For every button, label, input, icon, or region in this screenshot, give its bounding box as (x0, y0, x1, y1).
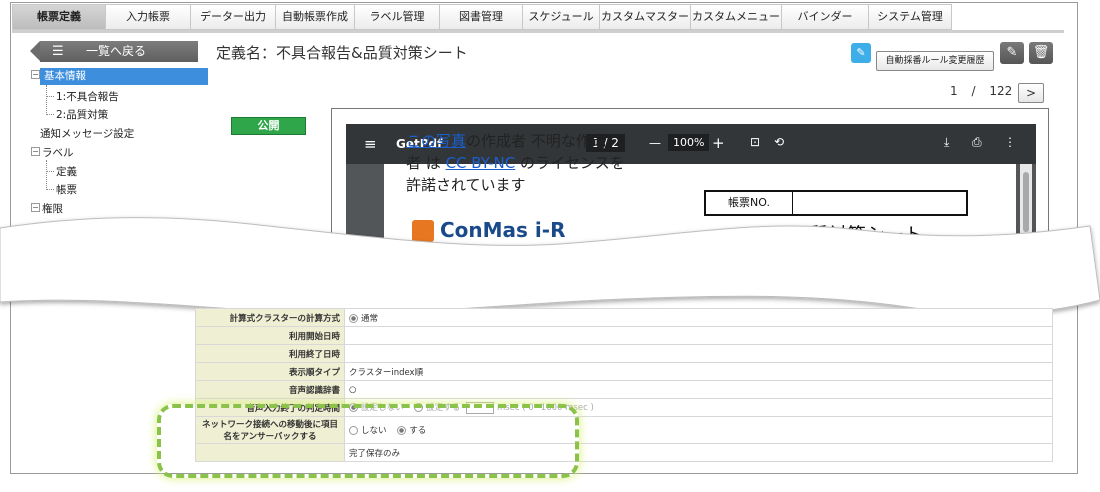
zoom-level[interactable]: 100% (668, 134, 710, 151)
tab-library[interactable]: 図書管理 (440, 4, 523, 30)
table-row: 利用開始日時 (195, 326, 1053, 345)
logo-text: ConMas i-R (440, 218, 566, 242)
tab-custom-menu[interactable]: カスタムメニュー (691, 4, 782, 30)
tree-collapse-icon[interactable]: − (31, 203, 40, 212)
form-number-box: 帳票NO. (704, 190, 968, 216)
tab-form-definition[interactable]: 帳票定義 (12, 4, 106, 30)
tree-collapse-icon[interactable]: − (31, 147, 40, 156)
table-row: 計算式クラスターの計算方式 通常 (195, 308, 1053, 327)
license-text-3: のライセンスを (520, 154, 625, 172)
row-value: 通常 (361, 313, 379, 324)
print-icon[interactable]: ⎙ (972, 135, 982, 150)
tree-collapse-icon[interactable]: − (31, 70, 40, 79)
page-title: 定義名：不具合報告&品質対策シート (216, 44, 468, 62)
tab-underline (12, 30, 1064, 33)
conmas-logo: ConMas i-R (412, 218, 612, 242)
license-link[interactable]: CC BY-NC (446, 154, 516, 172)
row-label: 利用終了日時 (195, 344, 345, 363)
calc-method-radio[interactable] (349, 313, 358, 323)
list-icon: ☰ (52, 44, 64, 59)
tab-input-form[interactable]: 入力帳票 (106, 4, 191, 30)
tab-data-output[interactable]: データー出力 (191, 4, 276, 30)
rotate-icon[interactable]: ⟲ (774, 135, 784, 149)
auto-numbering-history-button[interactable]: 自動採番ルール変更履歴 (876, 51, 994, 71)
logo-mark-icon (412, 220, 434, 242)
tab-auto-form[interactable]: 自動帳票作成 (276, 4, 355, 30)
row-value: クラスターindex順 (344, 362, 1053, 381)
row-label: 表示順タイプ (195, 362, 345, 381)
license-text-2: 者 は (406, 154, 441, 172)
total-pages: 122 (989, 84, 1013, 98)
zoom-in-button[interactable]: + (712, 134, 725, 152)
page-separator: / (971, 84, 976, 98)
left-arrow-icon (30, 41, 40, 61)
license-text-1: の作成者 不明な作成 (466, 132, 606, 150)
tab-custom-master[interactable]: カスタムマスター (600, 4, 691, 30)
fit-page-icon[interactable]: ⊡ (750, 135, 760, 149)
row-label: 計算式クラスターの計算方式 (195, 308, 345, 327)
highlight-callout (157, 404, 579, 478)
license-overlay: この写真の作成者 不明な作成 者 は CC BY-NC のライセンスを 許諾され… (406, 130, 666, 196)
public-status-badge: 公開 (231, 117, 306, 135)
tree-item-label-definition[interactable]: 定義 (56, 164, 77, 179)
definition-tree: − 基本情報 1:不具合報告 2:品質対策 通知メッセージ設定 − ラベル 定義… (30, 68, 210, 218)
more-options-icon[interactable]: ⋮ (1004, 135, 1016, 149)
menu-icon[interactable]: ≡ (364, 135, 377, 153)
pdf-scrollbar[interactable] (1020, 164, 1032, 244)
back-to-list-button[interactable]: ☰ 一覧へ戻る (30, 41, 198, 62)
table-row: 音声認識辞書 ○ (195, 380, 1053, 399)
next-page-button[interactable]: > (1018, 83, 1044, 103)
row-value: ○ (344, 380, 1053, 399)
current-page: 1 (950, 84, 958, 98)
row-value (344, 326, 1053, 345)
rule-icon[interactable]: ✎ (851, 43, 871, 63)
tab-binder[interactable]: バインダー (782, 4, 869, 30)
row-label: 利用開始日時 (195, 326, 345, 345)
tab-system-management[interactable]: システム管理 (869, 4, 952, 30)
tree-item-label[interactable]: ラベル (42, 145, 74, 160)
table-row: 利用終了日時 (195, 344, 1053, 363)
tab-label-management[interactable]: ラベル管理 (355, 4, 440, 30)
row-value (344, 344, 1053, 363)
tree-item-notify[interactable]: 通知メッセージ設定 (40, 126, 134, 141)
table-row: 表示順タイプ クラスターindex順 (195, 362, 1053, 381)
license-text-4: 許諾されています (406, 176, 526, 194)
download-icon[interactable]: ⤓ (944, 135, 949, 150)
tree-item-page1[interactable]: 1:不具合報告 (56, 89, 119, 104)
tree-item-page2[interactable]: 2:品質対策 (56, 107, 108, 122)
tree-item-label-form[interactable]: 帳票 (56, 182, 77, 197)
edit-icon[interactable]: ✎ (1000, 42, 1024, 64)
form-title-fragment: 品質対策シート (790, 224, 924, 246)
delete-icon[interactable]: 🗑 (1029, 42, 1053, 64)
tree-item-basic-info[interactable]: 基本情報 (40, 68, 208, 85)
row-label: 音声認識辞書 (195, 380, 345, 399)
tree-item-permission[interactable]: 権限 (42, 201, 63, 216)
tab-schedule[interactable]: スケジュール (523, 4, 600, 30)
back-to-list-label: 一覧へ戻る (86, 44, 147, 58)
photo-link[interactable]: この写真 (406, 132, 466, 150)
form-number-label: 帳票NO. (706, 192, 793, 214)
main-tab-bar: 帳票定義 入力帳票 データー出力 自動帳票作成 ラベル管理 図書管理 スケジュー… (12, 4, 952, 30)
page-indicator: 1 / 122 (950, 84, 1012, 98)
